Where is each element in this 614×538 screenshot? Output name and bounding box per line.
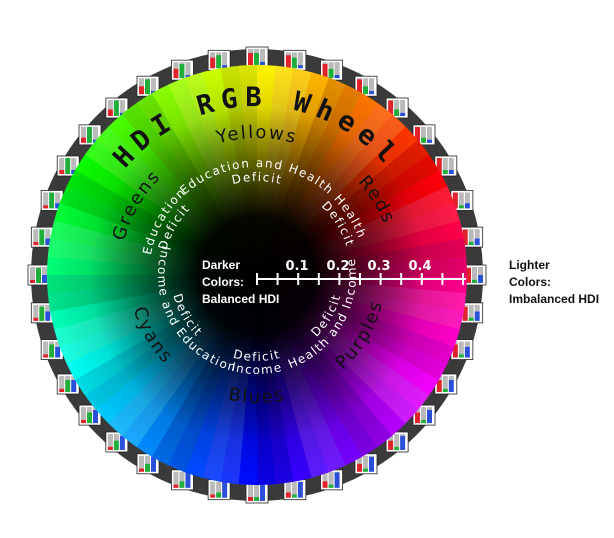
rgb-bar-icon (245, 482, 269, 504)
imbalanced-hdi-label: Lighter Colors: Imbalanced HDI (509, 257, 599, 308)
balanced-hdi-line-3: Balanced HDI (202, 292, 280, 306)
rgb-bar-icon (245, 46, 269, 68)
imbalanced-hdi-line-1: Lighter (509, 258, 550, 272)
scale-tick-label-0.3: 0.3 (367, 259, 390, 274)
rgb-bar-icon (463, 264, 487, 286)
imbalanced-hdi-line-2: Colors: (509, 275, 551, 289)
balanced-hdi-line-2: Colors: (202, 275, 244, 289)
sector-label-blues: Blues (227, 384, 288, 408)
scale-tick-label-0.2: 0.2 (326, 259, 349, 274)
rgb-bar-icon (27, 264, 51, 286)
scale-tick-label-0.4: 0.4 (408, 259, 431, 274)
imbalanced-hdi-line-3: Imbalanced HDI (509, 292, 600, 306)
balanced-hdi-label: Darker Colors: Balanced HDI (202, 257, 279, 308)
scale-tick-label-0.1: 0.1 (285, 259, 308, 274)
balanced-hdi-line-1: Darker (202, 258, 241, 272)
